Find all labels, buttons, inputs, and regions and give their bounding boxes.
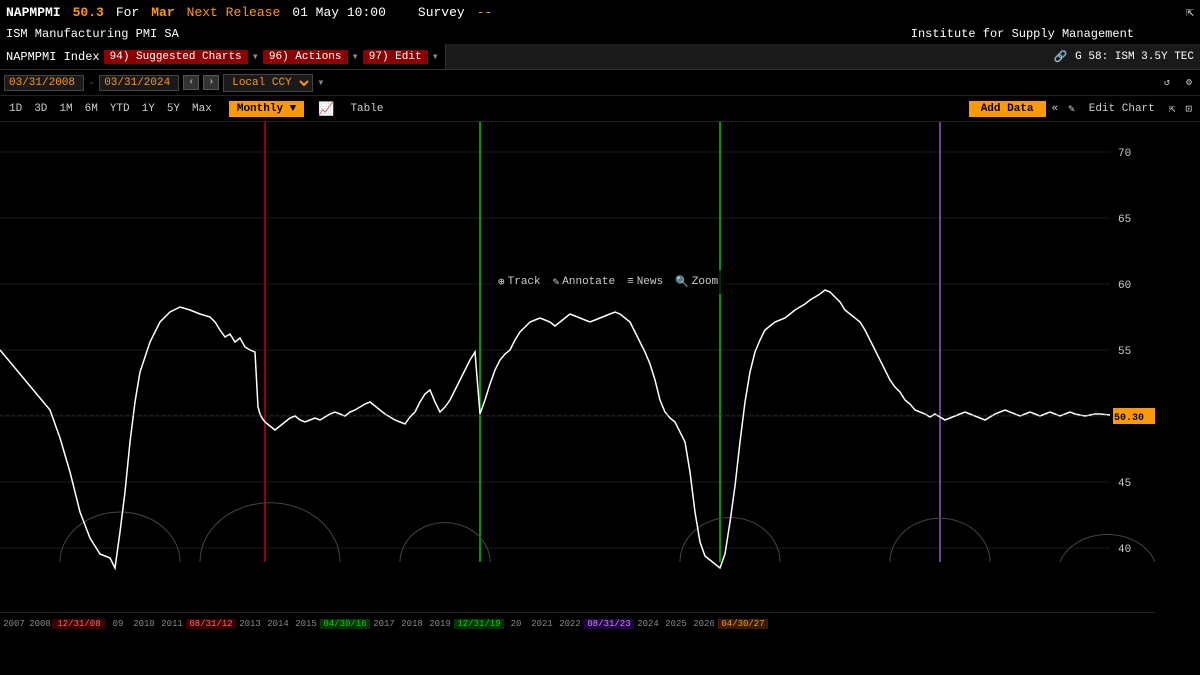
period-5y-button[interactable]: 5Y	[162, 101, 185, 117]
toolbar-row: NAPMPMI Index 94) Suggested Charts ▾ 96)…	[0, 44, 1200, 70]
y-axis	[1155, 122, 1200, 590]
link-icon: 🔗	[1053, 50, 1067, 64]
annotate-button[interactable]: ✎ Annotate	[553, 275, 615, 289]
svg-text:60: 60	[1118, 280, 1131, 292]
svg-text:55: 55	[1118, 346, 1131, 358]
actions-button[interactable]: 96) Actions	[263, 50, 348, 64]
title-line1: ISM Manufacturing PMI SA	[6, 27, 179, 41]
index-name: NAPMPMI Index	[6, 50, 100, 64]
for-label: For	[116, 5, 139, 20]
annotate-label: Annotate	[562, 276, 615, 288]
x-label-2022: 2022	[556, 619, 584, 629]
svg-text:50.30: 50.30	[1114, 413, 1144, 424]
chart-container: ⊕ Track ✎ Annotate ≡ News 🔍 Zoom 70 65 6…	[0, 122, 1200, 612]
svg-text:40: 40	[1118, 544, 1131, 556]
toolbar-right: 🔗 G 58: ISM 3.5Y TEC	[1047, 44, 1200, 69]
next-release-label: Next Release	[187, 5, 281, 20]
zoom-label: Zoom	[692, 276, 718, 288]
edit-button[interactable]: 97) Edit	[363, 50, 428, 64]
resize-icon[interactable]: ⇱	[1186, 5, 1194, 20]
separator: -	[88, 76, 95, 90]
x-label-2011: 2011	[158, 619, 186, 629]
line-chart-icon[interactable]: 📈	[312, 99, 340, 119]
chart-svg: 70 65 60 55 50.30 45 40	[0, 122, 1155, 590]
annotate-icon: ✎	[553, 275, 560, 289]
next-release-date: 01 May 10:00	[292, 5, 386, 20]
g58-label: G 58: ISM 3.5Y TEC	[1075, 51, 1194, 63]
prev-date-button[interactable]: ‹	[183, 75, 199, 90]
survey-value: --	[477, 5, 493, 20]
period-ytd-button[interactable]: YTD	[105, 101, 135, 117]
news-icon: ≡	[627, 276, 634, 288]
news-label: News	[637, 276, 663, 288]
track-label: Track	[508, 276, 541, 288]
toolbar-left: NAPMPMI Index 94) Suggested Charts ▾ 96)…	[0, 44, 446, 69]
x-label-09: 09	[106, 619, 130, 629]
header-row1: NAPMPMI 50.3 For Mar Next Release 01 May…	[0, 0, 1200, 24]
x-label-043016: 04/30/16	[320, 619, 370, 629]
next-date-button[interactable]: ›	[203, 75, 219, 90]
x-label-123119: 12/31/19	[454, 619, 504, 629]
x-label-2026: 2026	[690, 619, 718, 629]
period-label: Mar	[151, 5, 174, 20]
zoom-button[interactable]: 🔍 Zoom	[675, 275, 718, 289]
x-label-043027: 04/30/27	[718, 619, 768, 629]
period-1y-button[interactable]: 1Y	[137, 101, 160, 117]
title-line2: Institute for Supply Management	[911, 27, 1134, 41]
end-date-input[interactable]	[99, 75, 179, 91]
x-label-2010: 2010	[130, 619, 158, 629]
monthly-button[interactable]: Monthly ▼	[229, 101, 304, 117]
zoom-icon: 🔍	[675, 275, 689, 289]
track-button[interactable]: ⊕ Track	[498, 275, 541, 289]
period-3d-button[interactable]: 3D	[29, 101, 52, 117]
pencil-icon-button[interactable]: ✎	[1064, 100, 1079, 118]
svg-text:65: 65	[1118, 214, 1131, 226]
x-label-2024: 2024	[634, 619, 662, 629]
table-button[interactable]: Table	[342, 101, 391, 117]
ticker-label: NAPMPMI	[6, 5, 61, 20]
undo-button[interactable]: ↺	[1160, 76, 1174, 90]
suggested-charts-button[interactable]: 94) Suggested Charts	[104, 50, 248, 64]
svg-text:70: 70	[1118, 148, 1131, 160]
currency-select[interactable]: Local CCY USD	[223, 74, 313, 92]
x-label-083123: 08/31/23	[584, 619, 634, 629]
x-label-2018: 2018	[398, 619, 426, 629]
x-label-123108: 12/31/08	[52, 619, 106, 629]
date-toolbar-right: ↺ ⚙	[1160, 76, 1196, 90]
start-date-input[interactable]	[4, 75, 84, 91]
svg-text:45: 45	[1118, 478, 1131, 490]
period-max-button[interactable]: Max	[187, 101, 217, 117]
x-label-2017: 2017	[370, 619, 398, 629]
x-label-2014: 2014	[264, 619, 292, 629]
chart-resize-button[interactable]: ⊡	[1181, 100, 1196, 118]
x-axis: 2007 2008 12/31/08 09 2010 2011 08/31/12…	[0, 612, 1155, 634]
period-bar: 1D 3D 1M 6M YTD 1Y 5Y Max Monthly ▼ 📈 Ta…	[0, 96, 1200, 122]
edit-chart-button[interactable]: Edit Chart	[1081, 101, 1163, 117]
x-label-2021: 2021	[528, 619, 556, 629]
chart-nav-left-button[interactable]: «	[1048, 101, 1063, 117]
header-row2: ISM Manufacturing PMI SA Institute for S…	[0, 24, 1200, 44]
date-range-bar: - ‹ › Local CCY USD ▾ ↺ ⚙	[0, 70, 1200, 96]
ccy-dropdown-icon: ▾	[317, 75, 324, 90]
period-1m-button[interactable]: 1M	[54, 101, 77, 117]
x-label-2007: 2007	[0, 619, 28, 629]
track-icon: ⊕	[498, 275, 505, 289]
x-label-083112: 08/31/12	[186, 619, 236, 629]
chart-annotation-toolbar: ⊕ Track ✎ Annotate ≡ News 🔍 Zoom	[490, 270, 726, 294]
x-label-2008: 2008	[28, 619, 52, 629]
x-label-2015: 2015	[292, 619, 320, 629]
ticker-value: 50.3	[73, 5, 104, 20]
x-label-20: 20	[504, 619, 528, 629]
chart-settings-button[interactable]: ⇱	[1165, 100, 1180, 118]
x-label-2013: 2013	[236, 619, 264, 629]
period-6m-button[interactable]: 6M	[80, 101, 103, 117]
add-data-button[interactable]: Add Data	[969, 101, 1046, 117]
survey-label: Survey	[418, 5, 465, 20]
x-label-2025: 2025	[662, 619, 690, 629]
settings-button[interactable]: ⚙	[1182, 76, 1196, 90]
period-1d-button[interactable]: 1D	[4, 101, 27, 117]
news-button[interactable]: ≡ News	[627, 276, 663, 288]
x-label-2019: 2019	[426, 619, 454, 629]
